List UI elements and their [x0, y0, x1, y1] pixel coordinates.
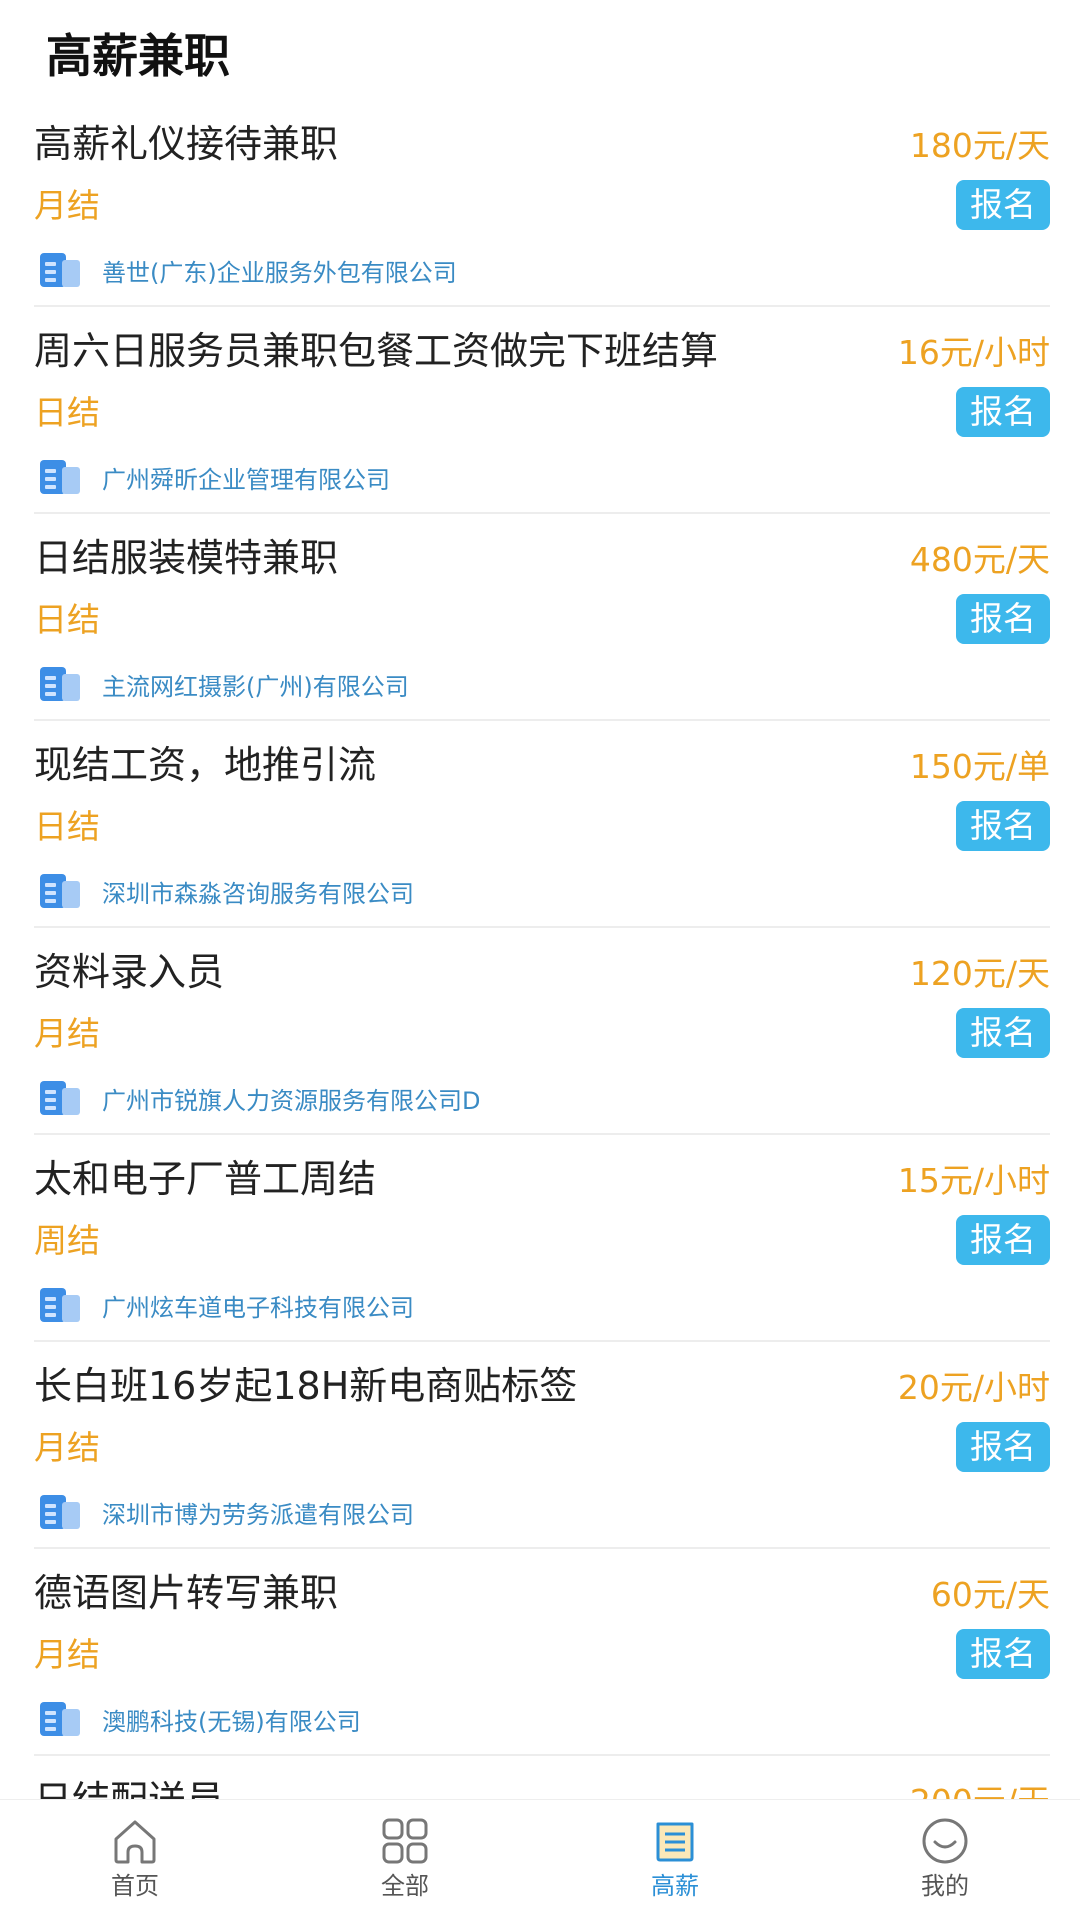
- job-salary: 480元/天: [909, 540, 1050, 579]
- company-row: 深圳市森淼咨询服务有限公司: [38, 871, 414, 911]
- company-name[interactable]: 广州炫车道电子科技有限公司: [102, 1288, 414, 1323]
- apply-button[interactable]: 报名: [956, 1422, 1050, 1472]
- settlement-type: 月结: [34, 186, 100, 225]
- company-building-icon: [40, 1702, 80, 1736]
- company-row: 广州炫车道电子科技有限公司: [38, 1285, 414, 1325]
- tab-high-salary-label: 高薪: [651, 1872, 699, 1900]
- job-item[interactable]: 现结工资，地推引流 150元/单 日结 报名 深圳市森淼咨询服务有限公司: [34, 721, 1050, 928]
- job-title[interactable]: 太和电子厂普工周结: [34, 1155, 376, 1203]
- apply-button[interactable]: 报名: [956, 801, 1050, 851]
- job-item[interactable]: 日结配送员 200元/天: [34, 1756, 1050, 1800]
- tab-high-salary[interactable]: 高薪: [540, 1800, 810, 1920]
- company-building-icon: [40, 253, 80, 287]
- company-row: 深圳市博为劳务派遣有限公司: [38, 1492, 414, 1532]
- company-building-icon: [40, 1288, 80, 1322]
- company-name[interactable]: 深圳市森淼咨询服务有限公司: [102, 874, 414, 909]
- bottom-tab-bar: 首页 全部 高薪 我的: [0, 1799, 1080, 1920]
- apply-button[interactable]: 报名: [956, 1008, 1050, 1058]
- company-name[interactable]: 广州市锐旗人力资源服务有限公司D: [102, 1081, 480, 1116]
- settlement-type: 日结: [34, 600, 100, 639]
- settlement-type: 日结: [34, 807, 100, 846]
- job-list[interactable]: 高薪礼仪接待兼职 180元/天 月结 报名 善世(广东)企业服务外包有限公司 周…: [0, 100, 1080, 1800]
- job-item[interactable]: 日结服装模特兼职 480元/天 日结 报名 主流网红摄影(广州)有限公司: [34, 514, 1050, 721]
- company-row: 善世(广东)企业服务外包有限公司: [38, 250, 457, 290]
- company-row: 广州舜昕企业管理有限公司: [38, 457, 390, 497]
- apply-button[interactable]: 报名: [956, 1215, 1050, 1265]
- tab-mine-label: 我的: [921, 1872, 969, 1900]
- job-title[interactable]: 资料录入员: [34, 948, 224, 996]
- job-item[interactable]: 德语图片转写兼职 60元/天 月结 报名 澳鹏科技(无锡)有限公司: [34, 1549, 1050, 1756]
- company-building-icon: [40, 1495, 80, 1529]
- list-icon: [656, 1822, 694, 1862]
- apply-button[interactable]: 报名: [956, 1629, 1050, 1679]
- settlement-type: 月结: [34, 1014, 100, 1053]
- job-salary: 20元/小时: [897, 1368, 1050, 1407]
- page-title: 高薪兼职: [46, 29, 230, 83]
- company-name[interactable]: 深圳市博为劳务派遣有限公司: [102, 1495, 414, 1530]
- company-name[interactable]: 善世(广东)企业服务外包有限公司: [102, 253, 457, 288]
- job-salary: 16元/小时: [897, 333, 1050, 372]
- job-salary: 180元/天: [909, 126, 1050, 165]
- company-name[interactable]: 广州舜昕企业管理有限公司: [102, 460, 390, 495]
- company-name[interactable]: 主流网红摄影(广州)有限公司: [102, 667, 409, 702]
- company-building-icon: [40, 1081, 80, 1115]
- settlement-type: 日结: [34, 393, 100, 432]
- company-building-icon: [40, 667, 80, 701]
- company-building-icon: [40, 874, 80, 908]
- job-title[interactable]: 周六日服务员兼职包餐工资做完下班结算: [34, 327, 718, 375]
- settlement-type: 周结: [34, 1221, 100, 1260]
- job-salary: 200元/天: [910, 1778, 1050, 1800]
- job-item[interactable]: 周六日服务员兼职包餐工资做完下班结算 16元/小时 日结 报名 广州舜昕企业管理…: [34, 307, 1050, 514]
- job-title[interactable]: 长白班16岁起18H新电商贴标签: [34, 1362, 577, 1410]
- company-building-icon: [40, 460, 80, 494]
- job-title[interactable]: 日结服装模特兼职: [34, 534, 338, 582]
- grid-icon: [382, 1818, 428, 1864]
- job-salary: 120元/天: [909, 954, 1050, 993]
- company-row: 澳鹏科技(无锡)有限公司: [38, 1699, 361, 1739]
- tab-home[interactable]: 首页: [0, 1800, 270, 1920]
- apply-button[interactable]: 报名: [956, 180, 1050, 230]
- settlement-type: 月结: [34, 1428, 100, 1467]
- home-icon: [114, 1820, 156, 1864]
- tab-all[interactable]: 全部: [270, 1800, 540, 1920]
- job-salary: 60元/天: [930, 1575, 1050, 1614]
- job-title[interactable]: 现结工资，地推引流: [34, 741, 376, 789]
- job-title[interactable]: 高薪礼仪接待兼职: [34, 120, 338, 168]
- job-item[interactable]: 资料录入员 120元/天 月结 报名 广州市锐旗人力资源服务有限公司D: [34, 928, 1050, 1135]
- smile-icon: [922, 1818, 968, 1864]
- job-title[interactable]: 德语图片转写兼职: [34, 1569, 338, 1617]
- tab-mine[interactable]: 我的: [810, 1800, 1080, 1920]
- job-title[interactable]: 日结配送员: [34, 1776, 224, 1800]
- settlement-type: 月结: [34, 1635, 100, 1674]
- job-item[interactable]: 长白班16岁起18H新电商贴标签 20元/小时 月结 报名 深圳市博为劳务派遣有…: [34, 1342, 1050, 1549]
- job-salary: 15元/小时: [897, 1161, 1050, 1200]
- job-item[interactable]: 太和电子厂普工周结 15元/小时 周结 报名 广州炫车道电子科技有限公司: [34, 1135, 1050, 1342]
- company-name[interactable]: 澳鹏科技(无锡)有限公司: [102, 1702, 361, 1737]
- tab-home-label: 首页: [111, 1872, 159, 1900]
- apply-button[interactable]: 报名: [956, 594, 1050, 644]
- company-row: 主流网红摄影(广州)有限公司: [38, 664, 409, 704]
- job-item[interactable]: 高薪礼仪接待兼职 180元/天 月结 报名 善世(广东)企业服务外包有限公司: [34, 100, 1050, 307]
- tab-all-label: 全部: [381, 1872, 429, 1900]
- apply-button[interactable]: 报名: [956, 387, 1050, 437]
- job-salary: 150元/单: [909, 747, 1050, 786]
- company-row: 广州市锐旗人力资源服务有限公司D: [38, 1078, 480, 1118]
